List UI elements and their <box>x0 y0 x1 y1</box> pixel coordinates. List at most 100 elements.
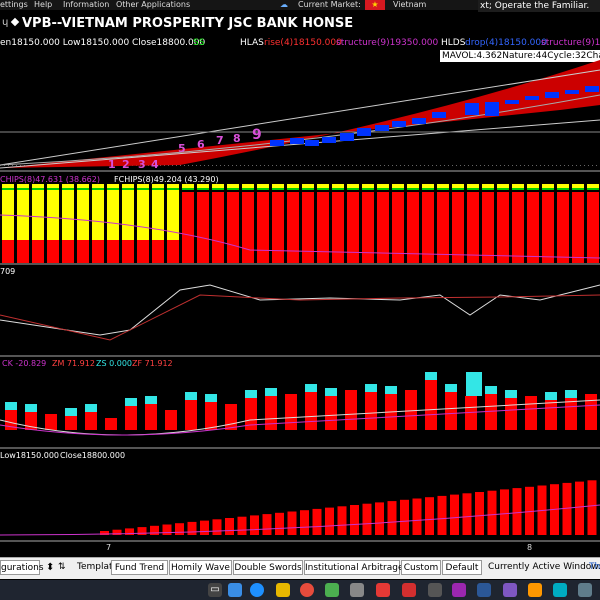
price-candle <box>545 92 559 98</box>
bottom-bar <box>487 490 497 535</box>
task-view-icon[interactable]: ▭ <box>208 583 222 597</box>
momentum-bar-red <box>545 400 557 430</box>
bottom-bar <box>375 502 384 535</box>
price-candle <box>392 121 406 127</box>
guide-dot <box>432 165 433 166</box>
guide-dot <box>448 165 449 166</box>
chips-top-yellow <box>47 184 59 188</box>
chips-bar-yellow <box>47 190 59 240</box>
app-icon-11[interactable] <box>578 583 592 597</box>
chips-top-yellow <box>152 184 164 188</box>
guide-dot <box>224 165 225 166</box>
guide-dot <box>212 165 213 166</box>
price-candle <box>305 140 319 146</box>
app-icon-10[interactable] <box>553 583 567 597</box>
chips-bar-red <box>137 240 149 263</box>
chips-bar-red <box>392 192 404 263</box>
app-icon-6[interactable] <box>428 583 442 597</box>
explorer-icon[interactable] <box>276 583 290 597</box>
td-count: 5 <box>178 142 186 155</box>
bottom-bar <box>287 511 297 535</box>
app-icon-7[interactable] <box>452 583 466 597</box>
indicator-3-label: 709 <box>0 267 16 276</box>
chips-bar-red <box>527 192 539 263</box>
app-icon-4[interactable] <box>376 583 390 597</box>
guide-dot <box>484 165 485 166</box>
guide-dot <box>392 165 393 166</box>
zs-value: ZS 0.000 <box>96 359 133 368</box>
guide-dot <box>332 165 333 166</box>
bottom-bar <box>362 503 372 535</box>
chips-top-green <box>452 188 464 190</box>
momentum-bar-cyan <box>145 396 157 404</box>
guide-dot <box>352 165 353 166</box>
bottom-bar <box>262 514 272 535</box>
chart-area[interactable]: 1 2 3 45 6 7 8 9 <box>0 0 600 557</box>
word-icon[interactable] <box>477 583 491 597</box>
tab-custom[interactable]: Custom <box>401 560 441 575</box>
momentum-bar-cyan <box>205 394 217 402</box>
chips-bar-red <box>542 192 554 263</box>
guide-dot <box>564 165 565 166</box>
momentum-bar-red <box>125 406 137 430</box>
tab-homily-wave[interactable]: Homily Wave <box>169 560 232 575</box>
tab-default[interactable]: Default <box>442 560 482 575</box>
momentum-bar-cyan <box>365 384 377 392</box>
momentum-bar-cyan <box>125 398 137 406</box>
app-icon-1[interactable] <box>228 583 242 597</box>
chips-bar-red <box>152 240 164 263</box>
bottom-bar <box>412 498 422 535</box>
guide-dot <box>464 165 465 166</box>
app-icon-9[interactable] <box>528 583 542 597</box>
guide-dot <box>368 165 369 166</box>
guide-dot <box>188 165 189 166</box>
guide-dot <box>576 165 577 166</box>
guide-dot <box>508 165 509 166</box>
momentum-bar-red <box>285 394 297 430</box>
chips-top-yellow <box>227 184 239 188</box>
zm-value: ZM 71.912 <box>52 359 95 368</box>
active-window-value[interactable]: Th <box>589 560 600 575</box>
chips-top-green <box>227 188 239 190</box>
momentum-bar-red <box>345 390 357 430</box>
tab-double-swords[interactable]: Double Swords <box>233 560 303 575</box>
guide-dot <box>572 165 573 166</box>
momentum-bar-cyan <box>305 384 317 392</box>
bottom-bar <box>275 512 284 535</box>
chips-bar-red <box>467 192 479 263</box>
chips-top-green <box>377 188 389 190</box>
chips-top-yellow <box>512 184 524 188</box>
edge-icon[interactable] <box>250 583 264 597</box>
guide-dot <box>200 165 201 166</box>
configurations-button[interactable]: gurations <box>0 560 44 575</box>
momentum-bar-cyan <box>265 388 277 396</box>
chips-bar-red <box>257 192 269 263</box>
chrome-icon[interactable] <box>300 583 314 597</box>
momentum-bar-red <box>365 392 377 430</box>
oscillator-line <box>0 284 600 336</box>
guide-dot <box>220 165 221 166</box>
guide-dot <box>284 165 285 166</box>
guide-dot <box>420 165 421 166</box>
chips-top-yellow <box>527 184 539 188</box>
app-icon-2[interactable] <box>325 583 339 597</box>
guide-dot <box>244 165 245 166</box>
app-icon-3[interactable] <box>350 583 364 597</box>
guide-dot <box>240 165 241 166</box>
panel-divider <box>0 263 600 265</box>
collapse-icon[interactable]: ⇅ <box>58 560 66 575</box>
app-icon-8[interactable] <box>503 583 517 597</box>
chips-top-green <box>167 188 179 190</box>
momentum-bar-cyan <box>25 404 37 412</box>
tab-fund-trend[interactable]: Fund Trend <box>111 560 168 575</box>
chips-top-yellow <box>182 184 194 188</box>
tab-institutional-arbitrage[interactable]: Institutional Arbitrage <box>304 560 404 575</box>
guide-dot <box>400 165 401 166</box>
scroll-updown-icon[interactable]: ⬍ <box>46 560 54 575</box>
app-icon-5[interactable] <box>402 583 416 597</box>
guide-dot <box>592 165 593 166</box>
guide-dot <box>252 165 253 166</box>
price-candle <box>465 103 479 115</box>
chips-bar-red <box>17 240 29 263</box>
bottom-bar <box>462 493 472 535</box>
